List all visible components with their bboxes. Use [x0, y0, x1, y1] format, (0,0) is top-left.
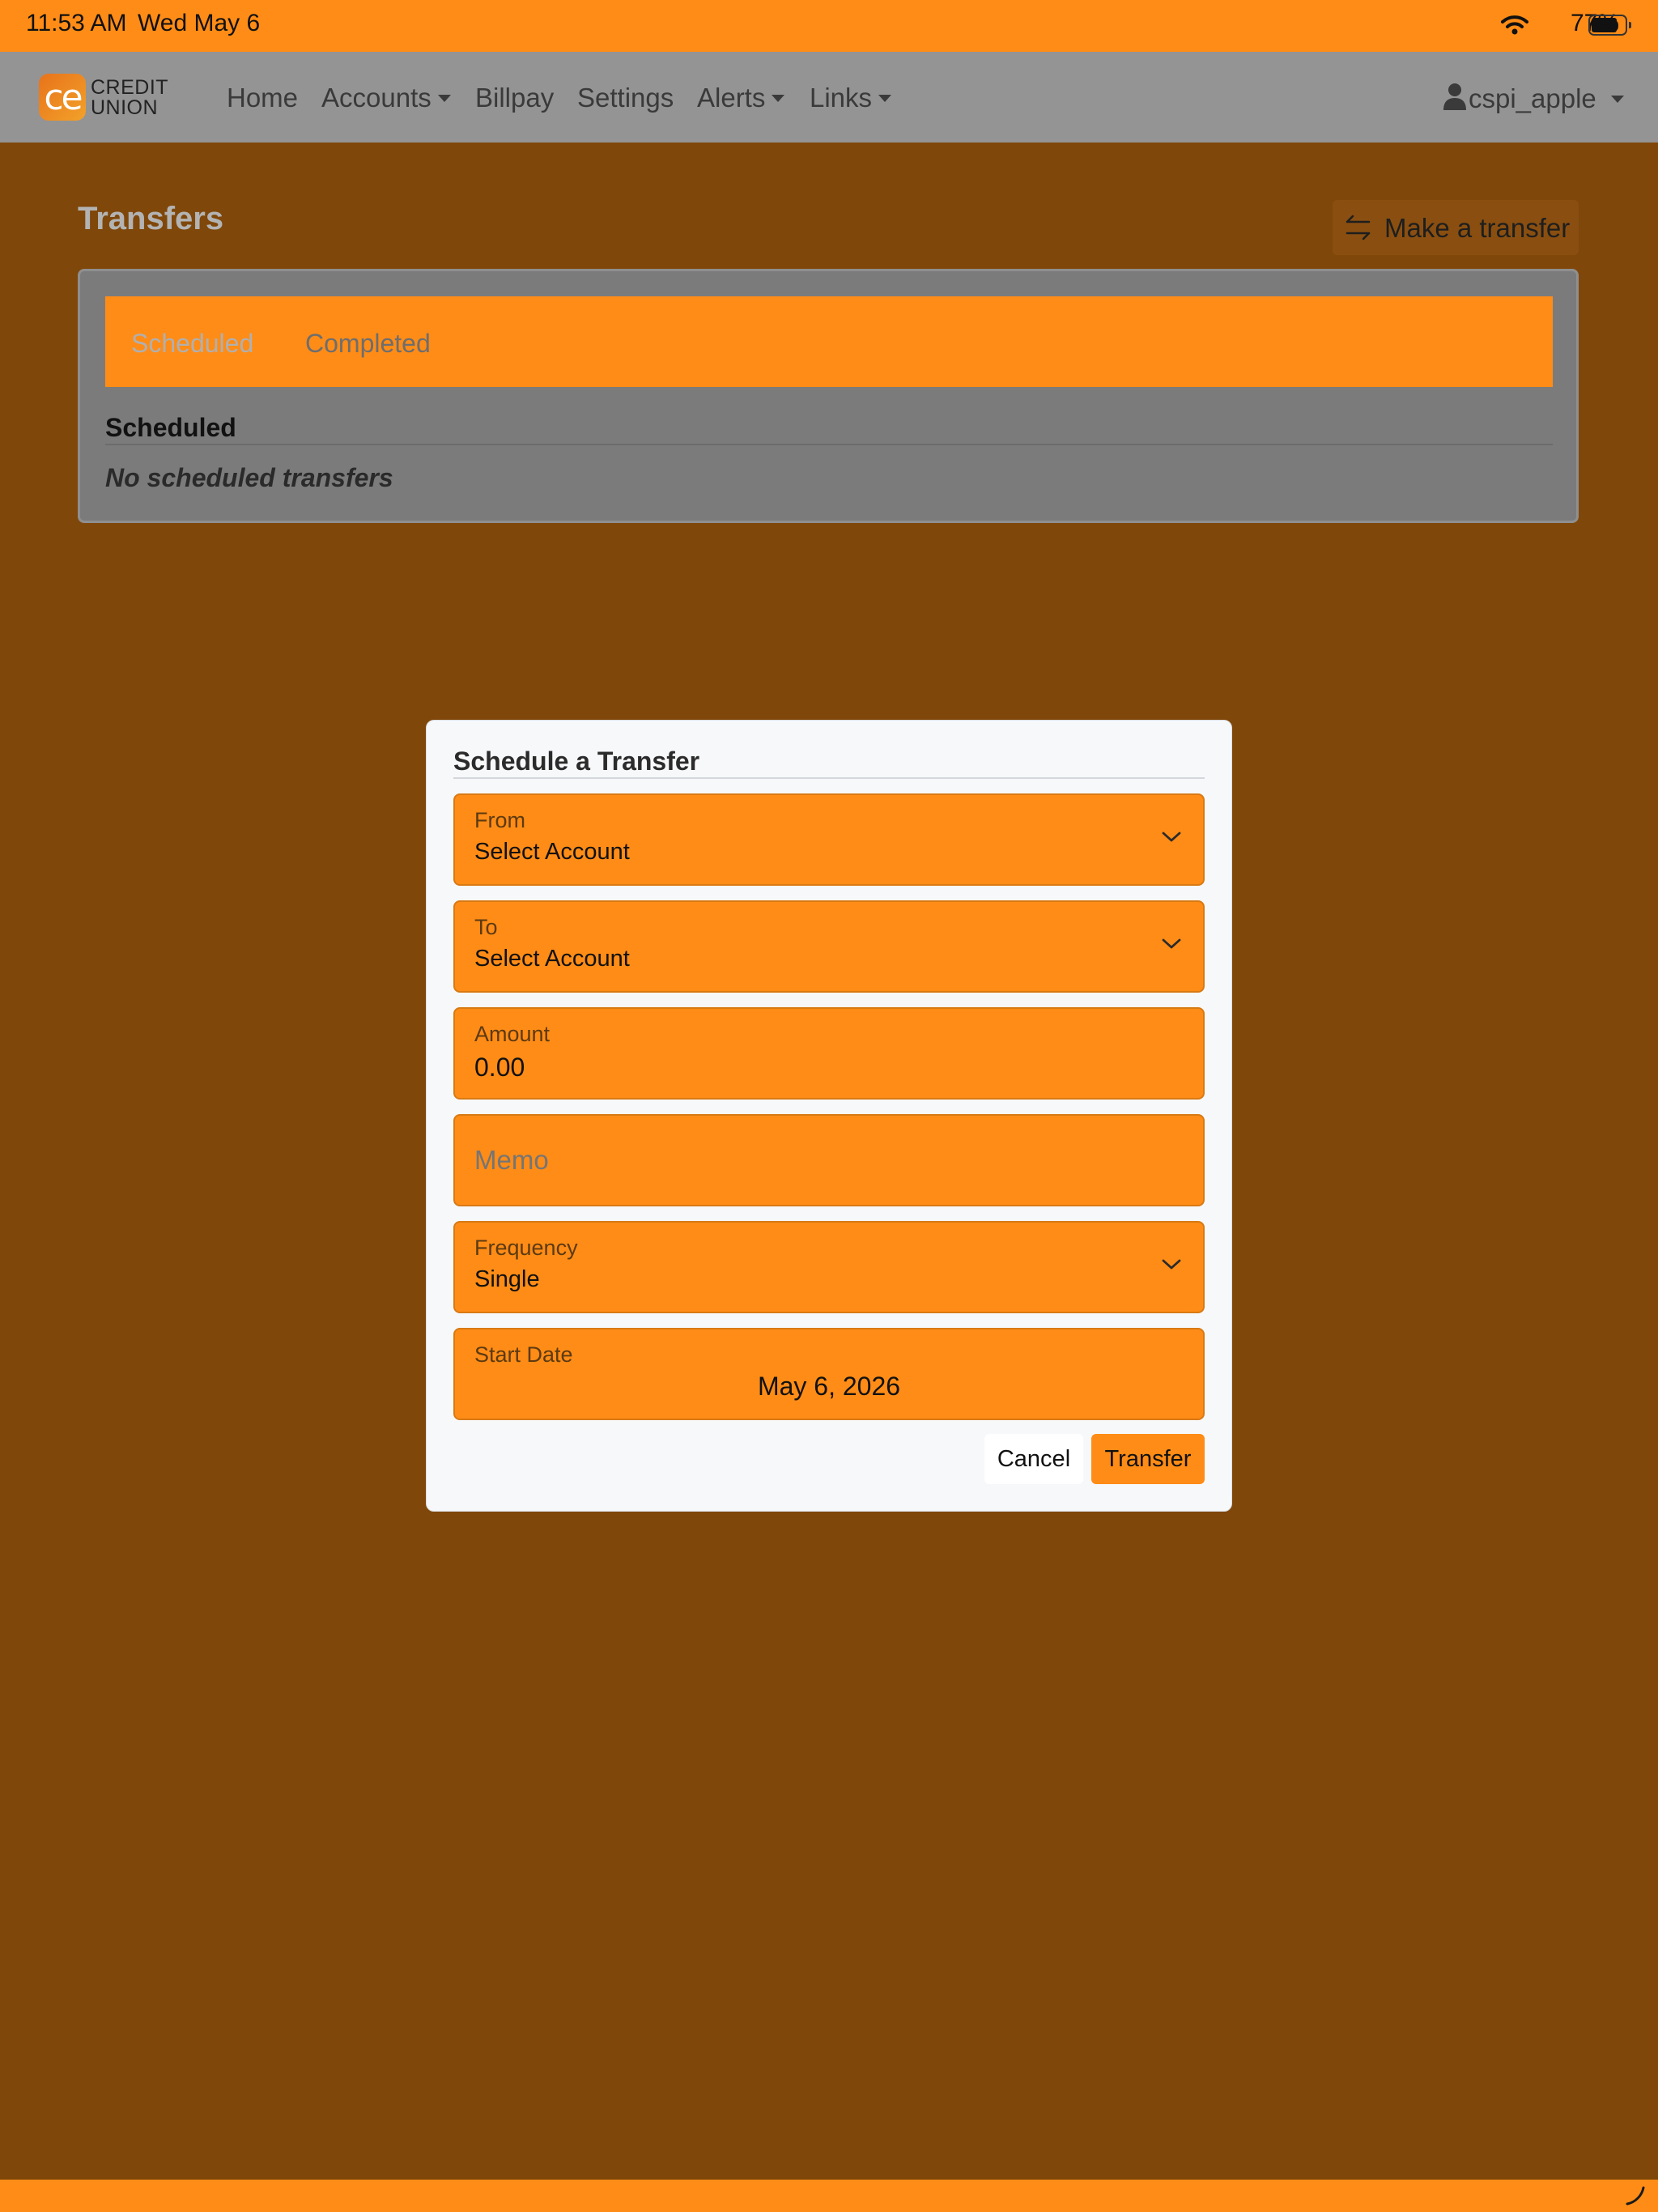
nav-alerts[interactable]: Alerts: [697, 83, 785, 113]
to-select[interactable]: To Select Account: [453, 900, 1205, 993]
caret-down-icon: [1610, 95, 1624, 103]
wifi-icon: [1501, 15, 1528, 35]
from-select[interactable]: From Select Account: [453, 793, 1205, 886]
logo-icon[interactable]: ce: [39, 74, 86, 121]
chevron-down-icon: [1162, 938, 1181, 949]
start-date-label: Start Date: [474, 1342, 573, 1367]
frequency-value: Single: [474, 1266, 540, 1292]
logo-text: CREDIT UNION: [91, 78, 168, 118]
memo-field[interactable]: [453, 1114, 1205, 1206]
start-date-field[interactable]: Start Date May 6, 2026: [453, 1328, 1205, 1420]
start-date-value: May 6, 2026: [757, 1372, 901, 1401]
nav-billpay-label: Billpay: [475, 83, 555, 113]
nav-links-label: Links: [810, 83, 873, 113]
tab-completed[interactable]: Completed: [305, 329, 431, 359]
caret-down-icon: [437, 94, 451, 102]
status-date: Wed May 6: [138, 10, 261, 36]
from-label: From: [474, 808, 525, 832]
nav-settings[interactable]: Settings: [577, 83, 674, 113]
resize-handle-icon[interactable]: [1624, 2184, 1647, 2207]
nav-home-label: Home: [227, 83, 299, 113]
amount-value: 0.00: [474, 1053, 525, 1082]
empty-message: No scheduled transfers: [105, 463, 393, 492]
frequency-label: Frequency: [474, 1236, 578, 1260]
navbar: ce CREDIT UNION Home Accounts Billpay Se…: [0, 52, 1658, 143]
amount-field[interactable]: Amount 0.00: [453, 1007, 1205, 1100]
swap-arrows-icon: [1346, 215, 1371, 240]
transfer-button[interactable]: Transfer: [1091, 1434, 1205, 1484]
amount-label: Amount: [474, 1022, 551, 1046]
logo-mark-text: ce: [44, 77, 83, 118]
modal-title: Schedule a Transfer: [453, 747, 700, 776]
logo-line-1: CREDIT: [91, 76, 169, 99]
chevron-down-icon: [1162, 832, 1181, 842]
nav-accounts-label: Accounts: [321, 83, 432, 113]
user-menu[interactable]: cspi_apple: [1443, 83, 1624, 114]
cancel-button[interactable]: Cancel: [984, 1434, 1083, 1484]
nav-alerts-label: Alerts: [697, 83, 766, 113]
battery-icon: [1588, 15, 1631, 36]
user-icon: [1443, 83, 1466, 110]
battery-fill: [1592, 18, 1617, 32]
status-bar: 11:53 AM Wed May 6 77%: [0, 0, 1658, 52]
tab-scheduled[interactable]: Scheduled: [131, 329, 253, 359]
make-transfer-label: Make a transfer: [1384, 213, 1571, 243]
caret-down-icon: [772, 94, 785, 102]
modal-divider: [453, 777, 1205, 779]
nav-home[interactable]: Home: [227, 83, 298, 113]
to-label: To: [474, 915, 498, 939]
nav-links[interactable]: Links: [810, 83, 892, 113]
memo-input[interactable]: [474, 1145, 1171, 1176]
make-transfer-button[interactable]: Make a transfer: [1333, 200, 1579, 255]
nav-billpay[interactable]: Billpay: [475, 83, 554, 113]
nav-settings-label: Settings: [577, 83, 674, 113]
page-title: Transfers: [78, 201, 224, 236]
user-name: cspi_apple: [1469, 83, 1596, 113]
status-time: 11:53 AM: [26, 10, 127, 36]
from-value: Select Account: [474, 839, 630, 865]
bottom-bar: [0, 2180, 1658, 2212]
chevron-down-icon: [1162, 1259, 1181, 1270]
frequency-select[interactable]: Frequency Single: [453, 1221, 1205, 1313]
caret-down-icon: [878, 94, 892, 102]
section-divider: [105, 444, 1553, 445]
logo-line-2: UNION: [91, 96, 159, 119]
section-heading: Scheduled: [105, 413, 236, 442]
to-value: Select Account: [474, 946, 630, 972]
nav-accounts[interactable]: Accounts: [321, 83, 451, 113]
